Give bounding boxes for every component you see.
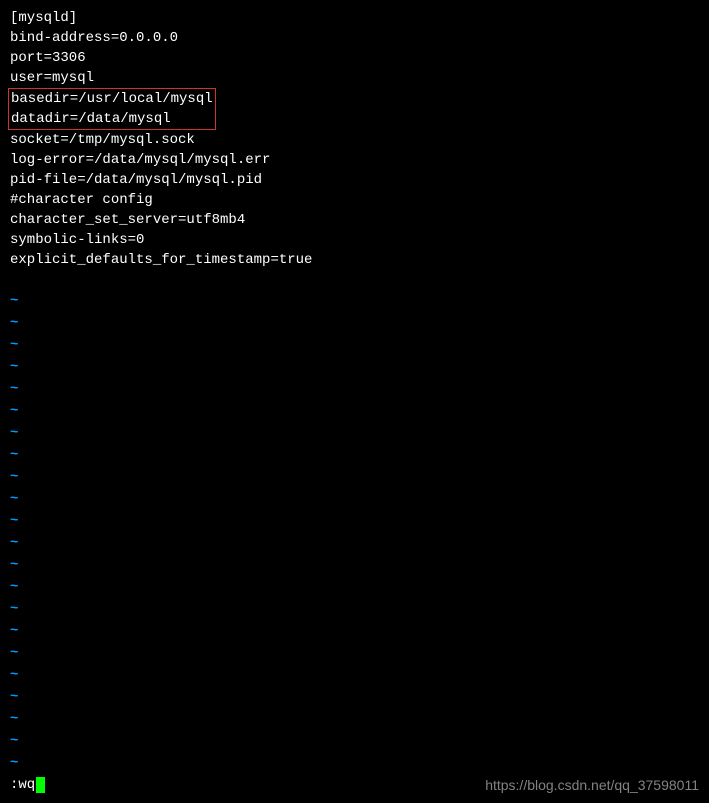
config-line-datadir: datadir=/data/mysql [11,109,213,129]
vim-tilde-line: ~ [10,488,699,510]
command-text: :wq [10,775,35,795]
vim-tilde-line: ~ [10,554,699,576]
config-line: log-error=/data/mysql/mysql.err [10,150,699,170]
vim-tilde-line: ~ [10,290,699,312]
vim-tilde-line: ~ [10,664,699,686]
vim-tilde-line: ~ [10,444,699,466]
config-line: user=mysql [10,68,699,88]
config-line: #character config [10,190,699,210]
vim-command-line[interactable]: :wq [10,775,45,795]
vim-tilde-line: ~ [10,466,699,488]
cursor-icon [36,777,45,793]
config-text: [mysqld] bind-address=0.0.0.0 port=3306 … [10,8,699,290]
vim-empty-lines: ~~~~~~~~~~~~~~~~~~~~~~ [10,290,699,775]
vim-tilde-line: ~ [10,422,699,444]
vim-tilde-line: ~ [10,356,699,378]
vim-tilde-line: ~ [10,708,699,730]
config-line: socket=/tmp/mysql.sock [10,130,699,150]
vim-tilde-line: ~ [10,378,699,400]
config-line: bind-address=0.0.0.0 [10,28,699,48]
vim-tilde-line: ~ [10,730,699,752]
vim-tilde-line: ~ [10,642,699,664]
vim-tilde-line: ~ [10,510,699,532]
config-line-basedir: basedir=/usr/local/mysql [11,89,213,109]
vim-tilde-line: ~ [10,312,699,334]
config-line: pid-file=/data/mysql/mysql.pid [10,170,699,190]
vim-tilde-line: ~ [10,752,699,774]
config-line: explicit_defaults_for_timestamp=true [10,250,699,270]
config-line: character_set_server=utf8mb4 [10,210,699,230]
watermark-text: https://blog.csdn.net/qq_37598011 [485,775,699,795]
vim-tilde-line: ~ [10,576,699,598]
vim-tilde-line: ~ [10,598,699,620]
vim-tilde-line: ~ [10,334,699,356]
config-line: symbolic-links=0 [10,230,699,250]
empty-line [10,270,699,290]
vim-tilde-line: ~ [10,620,699,642]
config-line: port=3306 [10,48,699,68]
vim-tilde-line: ~ [10,532,699,554]
vim-tilde-line: ~ [10,400,699,422]
section-header: [mysqld] [10,8,699,28]
vim-tilde-line: ~ [10,686,699,708]
editor-content[interactable]: [mysqld] bind-address=0.0.0.0 port=3306 … [10,8,699,775]
highlighted-region: basedir=/usr/local/mysql datadir=/data/m… [8,88,216,130]
